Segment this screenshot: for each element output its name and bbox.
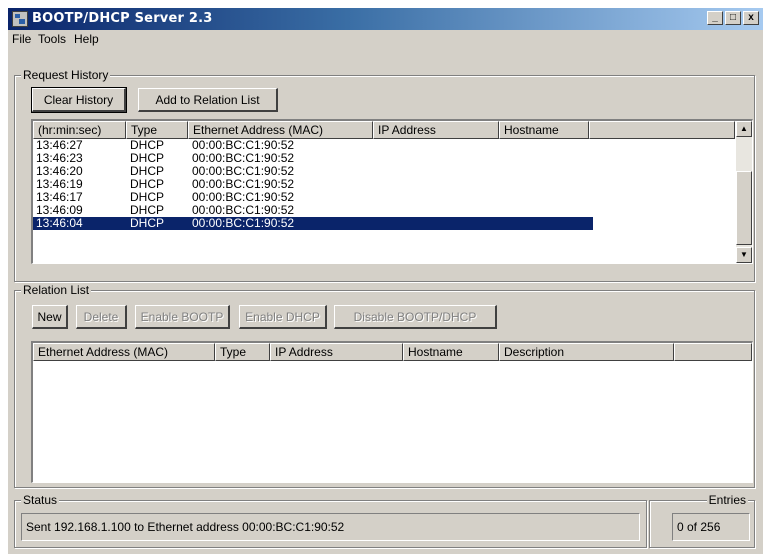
col-header-filler — [674, 343, 752, 361]
col-header-type[interactable]: Type — [126, 121, 188, 139]
request-history-list[interactable]: (hr:min:sec) Type Ethernet Address (MAC)… — [31, 119, 753, 264]
col-header-mac[interactable]: Ethernet Address (MAC) — [188, 121, 373, 139]
request-history-header: (hr:min:sec) Type Ethernet Address (MAC)… — [33, 121, 752, 139]
enable-bootp-button[interactable]: Enable BOOTP — [135, 305, 230, 329]
menu-bar: File Tools Help — [8, 30, 763, 50]
relation-list-header: Ethernet Address (MAC) Type IP Address H… — [33, 343, 752, 361]
entries-label: Entries — [706, 493, 748, 507]
request-history-scrollbar[interactable]: ▲ ▼ — [736, 121, 752, 263]
table-row[interactable]: 13:46:27 DHCP 00:00:BC:C1:90:52 — [33, 139, 593, 152]
table-row[interactable]: 13:46:20 DHCP 00:00:BC:C1:90:52 — [33, 165, 593, 178]
cell-type: DHCP — [130, 216, 165, 230]
enable-dhcp-button[interactable]: Enable DHCP — [239, 305, 327, 329]
network-app-icon — [12, 11, 28, 27]
request-history-label: Request History — [21, 68, 111, 82]
col-header-hostname[interactable]: Hostname — [499, 121, 589, 139]
col-header-time[interactable]: (hr:min:sec) — [33, 121, 126, 139]
close-button[interactable]: x — [743, 11, 759, 25]
col-header-ip[interactable]: IP Address — [270, 343, 403, 361]
delete-button[interactable]: Delete — [76, 305, 127, 329]
maximize-button[interactable]: □ — [725, 11, 741, 25]
col-header-mac[interactable]: Ethernet Address (MAC) — [33, 343, 215, 361]
status-text: Sent 192.168.1.100 to Ethernet address 0… — [21, 513, 640, 541]
table-row[interactable]: 13:46:17 DHCP 00:00:BC:C1:90:52 — [33, 191, 593, 204]
col-header-description[interactable]: Description — [499, 343, 674, 361]
scroll-thumb[interactable] — [736, 171, 752, 245]
table-row[interactable]: 13:46:09 DHCP 00:00:BC:C1:90:52 — [33, 204, 593, 217]
new-button[interactable]: New — [32, 305, 68, 329]
col-header-hostname[interactable]: Hostname — [403, 343, 499, 361]
window-title: BOOTP/DHCP Server 2.3 — [32, 11, 213, 26]
col-header-ip[interactable]: IP Address — [373, 121, 499, 139]
add-to-relation-list-button[interactable]: Add to Relation List — [138, 88, 278, 112]
relation-list-table[interactable]: Ethernet Address (MAC) Type IP Address H… — [31, 341, 753, 483]
table-row-selected[interactable]: 13:46:04 DHCP 00:00:BC:C1:90:52 — [33, 217, 593, 230]
clear-history-button[interactable]: Clear History — [31, 87, 127, 113]
minimize-button[interactable]: _ — [707, 11, 723, 25]
entries-count: 0 of 256 — [672, 513, 750, 541]
cell-time: 13:46:04 — [36, 216, 83, 230]
app-window: BOOTP/DHCP Server 2.3 _ □ x File Tools H… — [8, 8, 763, 554]
status-label: Status — [21, 493, 60, 507]
col-header-filler — [589, 121, 735, 139]
disable-bootp-dhcp-button[interactable]: Disable BOOTP/DHCP — [334, 305, 497, 329]
scroll-up-icon[interactable]: ▲ — [736, 121, 752, 137]
cell-mac: 00:00:BC:C1:90:52 — [192, 216, 295, 230]
relation-list-label: Relation List — [21, 283, 92, 297]
title-bar[interactable]: BOOTP/DHCP Server 2.3 _ □ x — [8, 8, 763, 30]
col-header-type[interactable]: Type — [215, 343, 270, 361]
scroll-down-icon[interactable]: ▼ — [736, 247, 752, 263]
table-row[interactable]: 13:46:19 DHCP 00:00:BC:C1:90:52 — [33, 178, 593, 191]
menu-help[interactable]: Help — [74, 32, 99, 46]
menu-file[interactable]: File — [12, 32, 31, 46]
table-row[interactable]: 13:46:23 DHCP 00:00:BC:C1:90:52 — [33, 152, 593, 165]
menu-tools[interactable]: Tools — [38, 32, 66, 46]
